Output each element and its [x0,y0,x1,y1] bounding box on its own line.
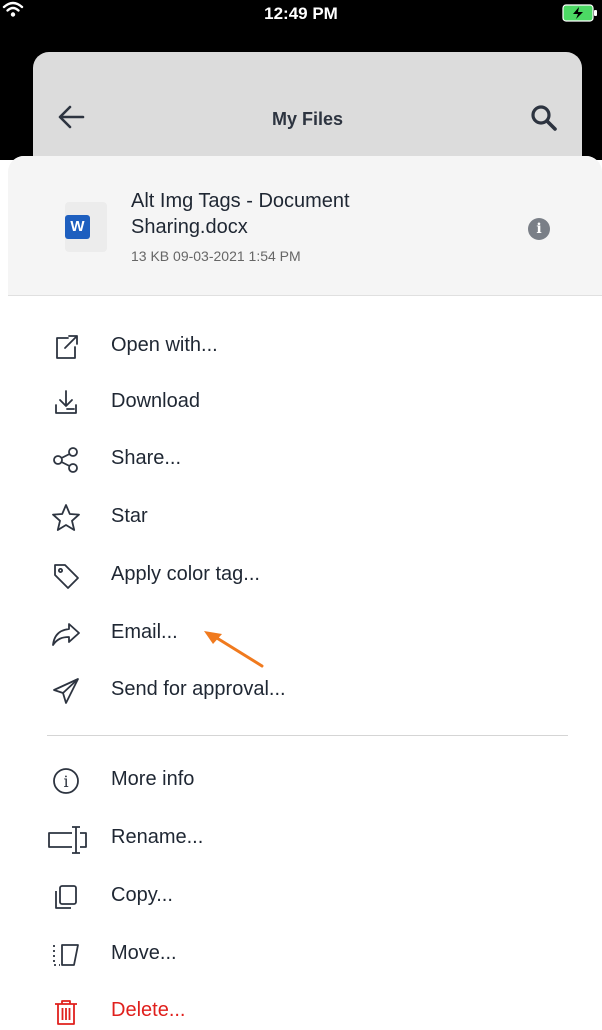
page-title: My Files [271,109,344,129]
nav-bar: My Files [33,52,582,162]
tag-icon [50,560,82,592]
info-icon[interactable]: i [528,218,550,240]
menu-label: Move... [111,942,177,964]
menu-label: Share... [111,447,182,469]
battery-charging-icon [562,4,598,27]
menu-item-more-info[interactable]: i More info [8,756,602,806]
menu-label: More info [111,768,195,790]
svg-text:i: i [63,772,68,791]
word-badge: W [65,215,90,239]
menu-label: Email... [111,621,178,643]
divider [47,735,568,736]
menu-label: Copy... [111,884,173,906]
star-icon [50,502,82,534]
file-name: Alt Img Tags - Document Sharing.docx [131,190,350,238]
menu-item-send-for-approval[interactable]: Send for approval... [8,666,602,716]
menu-label: Open with... [111,334,218,356]
menu-item-download[interactable]: Download [8,378,602,428]
copy-icon [50,881,82,913]
menu-item-share[interactable]: Share... [8,435,602,485]
status-time: 12:49 PM [264,4,338,23]
menu-label: Send for approval... [111,678,286,700]
menu-label: Download [111,390,200,412]
file-meta: 13 KB 09-03-2021 1:54 PM [131,248,301,264]
menu-label: Apply color tag... [111,563,260,585]
action-sheet: W Alt Img Tags - Document Sharing.docx 1… [8,156,602,1030]
file-header: W Alt Img Tags - Document Sharing.docx 1… [8,156,602,296]
menu-item-delete[interactable]: Delete... [8,987,602,1030]
send-icon [50,675,82,707]
menu-label: Delete... [111,999,186,1021]
share-icon [50,444,82,476]
menu-item-apply-color-tag[interactable]: Apply color tag... [8,551,602,601]
info-circle-icon: i [50,765,82,797]
trash-icon [50,996,82,1028]
open-external-icon [50,331,82,363]
menu-item-star[interactable]: Star [8,493,602,543]
menu-label: Rename... [111,826,204,848]
download-icon [50,387,82,419]
word-document-icon: W [65,202,107,252]
menu-item-email[interactable]: Email... [8,609,602,659]
search-icon[interactable] [530,104,558,137]
menu-item-copy[interactable]: Copy... [8,872,602,922]
menu-item-move[interactable]: Move... [8,930,602,980]
menu-item-rename[interactable]: Rename... [8,814,602,864]
rename-icon [46,823,90,855]
menu-label: Star [111,505,148,527]
email-forward-icon [50,618,82,650]
move-icon [50,939,82,971]
menu-item-open-with[interactable]: Open with... [8,322,602,372]
